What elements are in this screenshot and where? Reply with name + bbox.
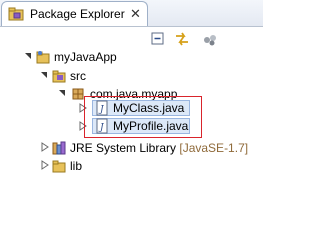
jre-qualifier: [JavaSE-1.7] xyxy=(179,141,249,155)
tree-item-lib[interactable]: lib xyxy=(0,156,263,176)
collapsed-arrow-icon[interactable] xyxy=(78,120,88,132)
view-tab-bar: Package Explorer ✕ xyxy=(0,0,263,27)
tree-label-file: MyProfile.java xyxy=(113,119,189,133)
java-project-icon xyxy=(36,51,50,64)
expanded-arrow-icon[interactable] xyxy=(58,87,68,99)
tree-item-src[interactable]: src xyxy=(0,66,263,86)
expanded-arrow-icon[interactable] xyxy=(40,69,50,81)
collapse-all-icon[interactable] xyxy=(150,31,166,47)
library-icon xyxy=(52,141,66,155)
collapsed-arrow-icon[interactable] xyxy=(78,102,88,114)
tab-title: Package Explorer xyxy=(30,7,125,21)
tree-item-file[interactable]: J MyProfile.java xyxy=(0,118,263,138)
tree-item-project[interactable]: myJavaApp xyxy=(0,47,263,67)
tree-label-jre: JRE System Library xyxy=(70,141,177,155)
tree-label-src: src xyxy=(70,69,86,83)
source-folder-icon xyxy=(52,70,66,83)
tree-label-project: myJavaApp xyxy=(54,50,117,64)
collapsed-arrow-icon[interactable] xyxy=(40,141,50,153)
tree-item-file[interactable]: J MyClass.java xyxy=(0,100,263,120)
collapsed-arrow-icon[interactable] xyxy=(40,159,50,171)
link-with-editor-icon[interactable] xyxy=(174,31,190,47)
view-menu-icon[interactable] xyxy=(202,31,218,47)
tree-label-file: MyClass.java xyxy=(113,101,185,115)
java-file-icon: J xyxy=(96,100,108,116)
tree-label-package: com.java.myapp xyxy=(90,87,178,101)
expanded-arrow-icon[interactable] xyxy=(24,50,34,62)
package-explorer-icon xyxy=(8,7,24,21)
close-icon[interactable]: ✕ xyxy=(130,6,141,22)
tab-package-explorer[interactable]: Package Explorer ✕ xyxy=(1,1,148,26)
java-file-icon: J xyxy=(96,118,108,134)
folder-icon xyxy=(52,160,66,173)
tree-label-lib: lib xyxy=(70,159,83,173)
tree-item-jre[interactable]: JRE System Library [JavaSE-1.7] xyxy=(0,138,263,158)
